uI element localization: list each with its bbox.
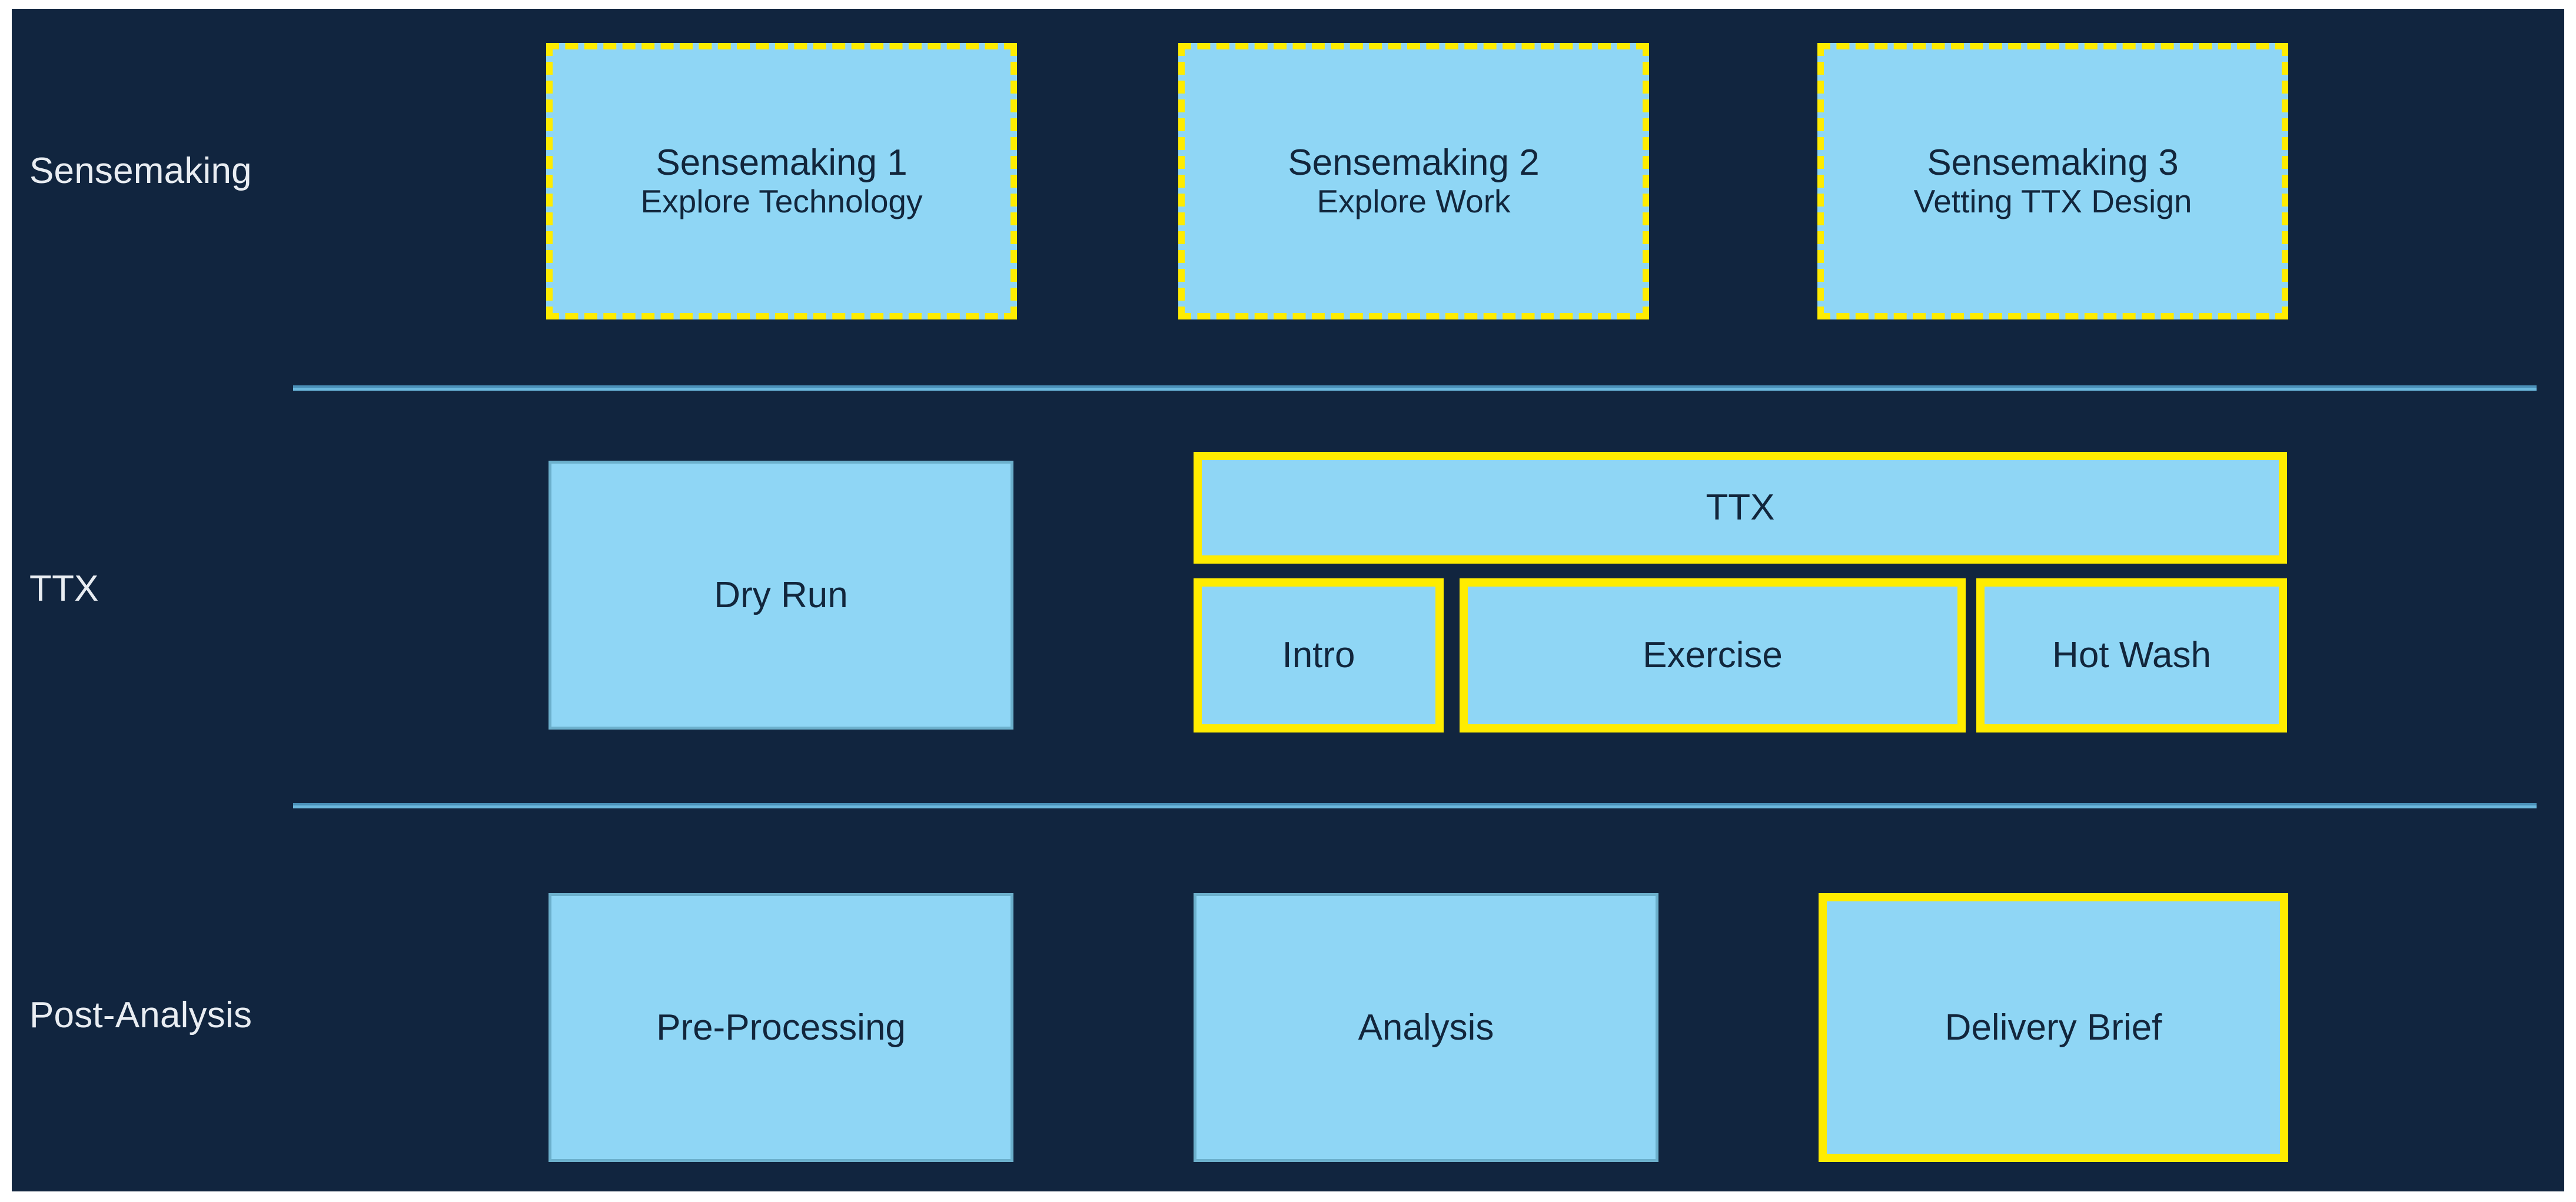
box-ttx-phase-hot-wash[interactable]: Hot Wash: [1976, 578, 2287, 732]
box-sensemaking-2[interactable]: Sensemaking 2 Explore Work: [1178, 43, 1649, 319]
box-label: Delivery Brief: [1945, 1007, 2162, 1048]
row-label-sensemaking: Sensemaking: [29, 151, 252, 191]
box-subtitle: Explore Work: [1317, 182, 1511, 219]
box-title: Sensemaking 3: [1927, 142, 2179, 184]
row-label-ttx: TTX: [29, 568, 99, 609]
swimlane-divider-bottom: [293, 803, 2537, 808]
box-subtitle: Vetting TTX Design: [1913, 182, 2192, 219]
box-title: Sensemaking 2: [1288, 142, 1540, 184]
diagram-panel: Sensemaking TTX Post-Analysis Sensemakin…: [12, 9, 2564, 1191]
box-label: Dry Run: [714, 574, 848, 615]
box-sensemaking-3[interactable]: Sensemaking 3 Vetting TTX Design: [1817, 43, 2288, 319]
box-ttx-phase-exercise[interactable]: Exercise: [1460, 578, 1966, 732]
box-title: Sensemaking 1: [656, 142, 908, 184]
box-label: Exercise: [1643, 635, 1783, 676]
box-sensemaking-1[interactable]: Sensemaking 1 Explore Technology: [546, 43, 1017, 319]
box-label: Intro: [1282, 635, 1355, 676]
row-label-post-analysis: Post-Analysis: [29, 995, 252, 1035]
box-delivery-brief[interactable]: Delivery Brief: [1819, 893, 2288, 1162]
box-ttx-umbrella[interactable]: TTX: [1194, 452, 2287, 564]
diagram-canvas: Sensemaking TTX Post-Analysis Sensemakin…: [0, 0, 2576, 1202]
box-analysis[interactable]: Analysis: [1194, 893, 1658, 1162]
box-pre-processing[interactable]: Pre-Processing: [549, 893, 1013, 1162]
box-subtitle: Explore Technology: [640, 182, 923, 219]
box-label: TTX: [1706, 487, 1775, 528]
box-ttx-phase-intro[interactable]: Intro: [1194, 578, 1444, 732]
box-label: Hot Wash: [2052, 635, 2211, 676]
box-dry-run[interactable]: Dry Run: [549, 461, 1013, 730]
box-label: Analysis: [1358, 1007, 1494, 1048]
box-label: Pre-Processing: [656, 1007, 906, 1048]
swimlane-divider-top: [293, 385, 2537, 391]
